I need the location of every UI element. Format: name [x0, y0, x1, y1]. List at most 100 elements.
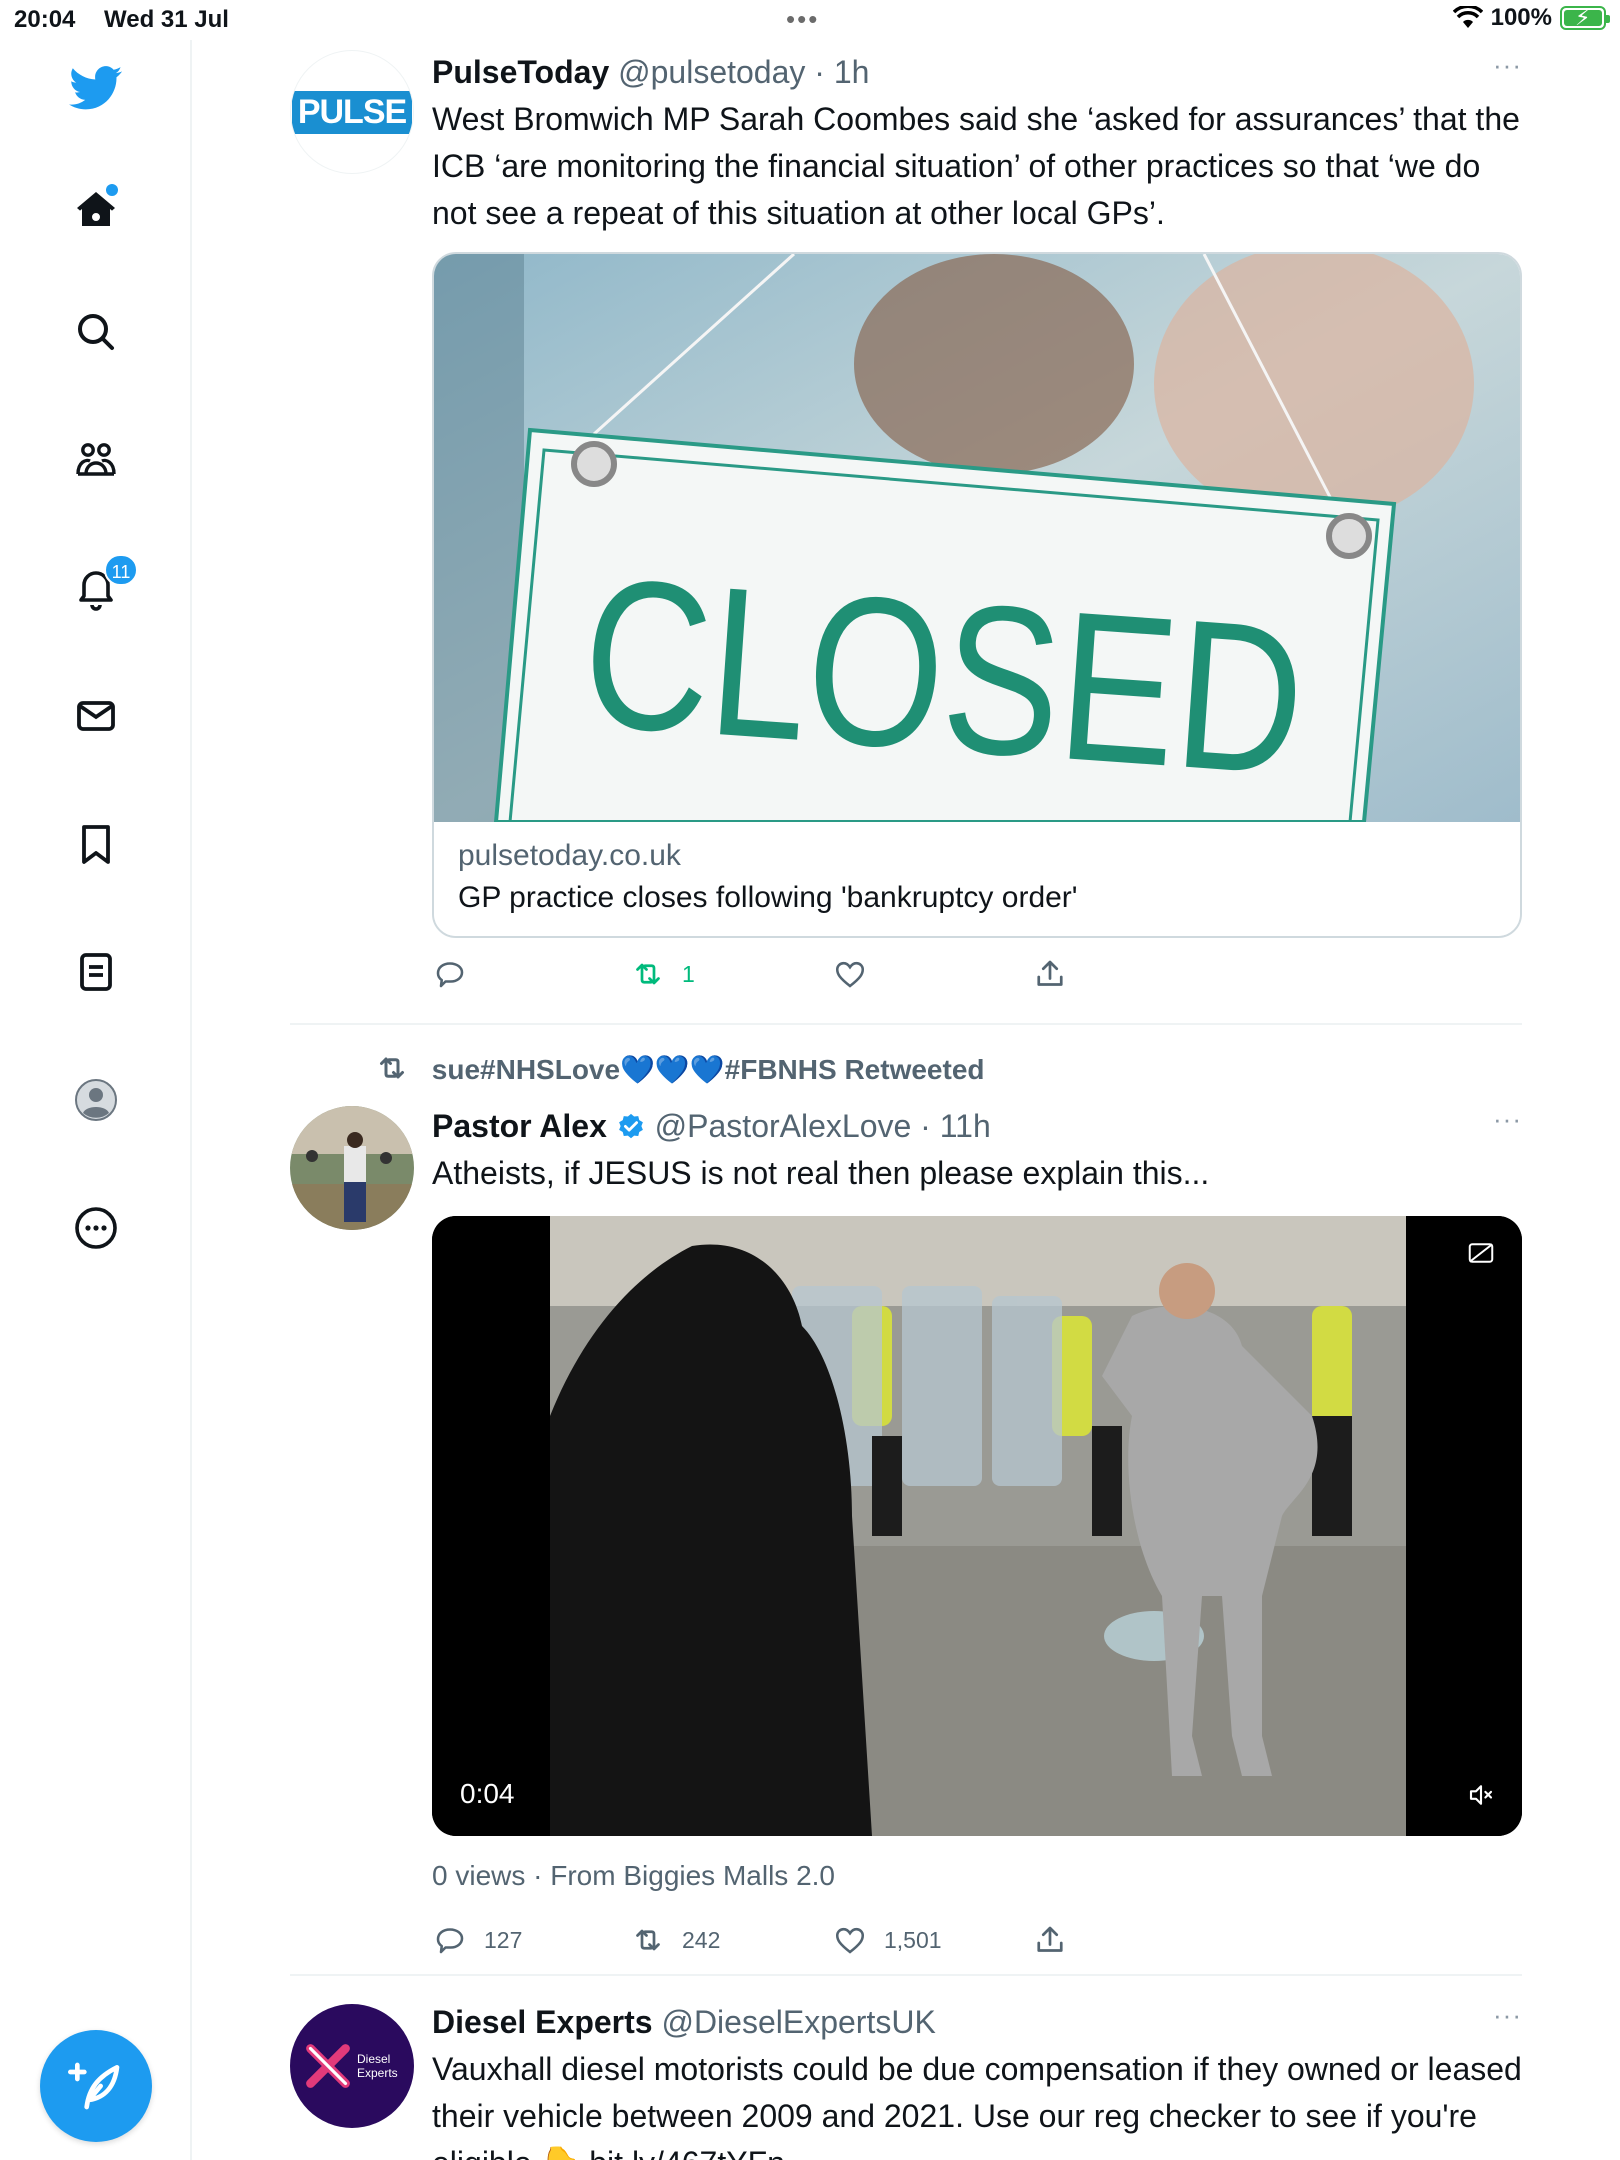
author-handle[interactable]: @pulsetoday — [618, 54, 805, 90]
status-time: 20:04 — [14, 6, 76, 33]
nav-communities[interactable] — [62, 426, 130, 494]
lists-icon — [80, 953, 112, 991]
mute-icon[interactable] — [1466, 1780, 1496, 1810]
tweet-pulsetoday[interactable]: PULSE PulseToday @pulsetoday · 1h ··· We… — [290, 50, 1522, 1030]
more-icon — [75, 1207, 117, 1249]
retweet-icon — [636, 1929, 660, 1951]
link-card-footer: pulsetoday.co.uk GP practice closes foll… — [434, 822, 1520, 936]
compose-tweet-button[interactable] — [40, 2030, 152, 2142]
reply-count: 127 — [484, 1926, 523, 1953]
tweet-header: PulseToday @pulsetoday · 1h — [432, 50, 1522, 94]
tweet-actions: 127 242 1,501 — [432, 1922, 1112, 1966]
twitter-logo[interactable] — [62, 54, 130, 122]
link-domain: pulsetoday.co.uk — [458, 839, 681, 872]
captions-icon[interactable] — [1466, 1238, 1496, 1268]
like-button[interactable]: 1,501 — [832, 1922, 942, 1958]
status-right: 100% ⚡ — [1452, 4, 1610, 32]
sidebar: 11 — [0, 40, 192, 2160]
reply-button[interactable]: 127 — [432, 1922, 522, 1958]
battery-percent: 100% — [1490, 4, 1552, 31]
author-handle[interactable]: @DieselExpertsUK — [661, 2004, 935, 2040]
wifi-icon — [1452, 6, 1483, 28]
tweet-text: West Bromwich MP Sarah Coombes said she … — [432, 101, 1520, 231]
diesel-experts-logo-text: Diesel Experts — [357, 2052, 398, 2080]
nav-messages[interactable] — [62, 682, 130, 750]
like-count: 1,501 — [884, 1926, 942, 1953]
retweet-by-text: sue#NHSLove💙💙💙#FBNHS Retweeted — [431, 1054, 985, 1085]
tweet-actions: 1 — [432, 956, 1112, 1000]
tweet-content: Diesel Experts @DieselExpertsUK ··· Vaux… — [432, 2000, 1522, 2160]
video-duration: 0:04 — [460, 1778, 515, 1809]
avatar[interactable] — [290, 1106, 414, 1230]
share-icon — [1037, 960, 1063, 986]
tweet-more-button[interactable]: ··· — [1493, 2000, 1522, 2031]
retweet-context[interactable]: sue#NHSLove💙💙💙#FBNHS Retweeted — [374, 1050, 985, 1090]
video-player[interactable]: 0:04 — [432, 1216, 1522, 1836]
tweet-diesel-experts[interactable]: Diesel Experts Diesel Experts @DieselExp… — [290, 2000, 1522, 2160]
tweet-time[interactable]: · 11h — [920, 1108, 991, 1144]
share-button[interactable] — [1032, 1922, 1068, 1958]
diesel-experts-logo-icon — [306, 2044, 350, 2088]
bookmarks-icon — [82, 825, 110, 864]
charging-bolt-icon: ⚡ — [1575, 5, 1591, 30]
video-frame — [432, 1216, 1522, 1836]
video-meta: 0 views · From Biggies Malls 2.0 — [432, 1860, 836, 1891]
tweet-divider — [290, 1974, 1522, 1976]
retweet-count: 1 — [682, 960, 695, 987]
verified-badge-icon — [618, 1113, 643, 1139]
tweet-more-button[interactable]: ··· — [1493, 50, 1522, 81]
multitask-dots[interactable]: ••• — [786, 4, 819, 35]
like-button[interactable] — [832, 956, 884, 992]
nav-more[interactable] — [62, 1194, 130, 1262]
tweet-divider — [290, 1023, 1522, 1025]
communities-icon — [76, 443, 116, 476]
closed-sign-text: CLOSED — [576, 533, 1311, 820]
retweet-context-icon — [380, 1057, 404, 1079]
tweet-text: Atheists, if JESUS is not real then plea… — [432, 1155, 1210, 1191]
retweet-button[interactable]: 242 — [630, 1922, 720, 1958]
tweet-more-button[interactable]: ··· — [1493, 1104, 1522, 1135]
nav-home[interactable] — [62, 176, 130, 244]
tweet-content: Pastor Alex @PastorAlexLove · 11h ··· At… — [432, 1104, 1522, 1197]
compose-tweet-icon — [68, 2062, 120, 2110]
avatar-photo — [290, 1106, 414, 1230]
heart-icon — [835, 1927, 865, 1954]
reply-icon — [436, 1928, 464, 1954]
home-unread-dot — [106, 184, 118, 196]
avatar[interactable]: PULSE — [290, 50, 414, 174]
author-handle[interactable]: @PastorAlexLove — [655, 1108, 912, 1144]
twitter-bird-icon — [69, 66, 123, 110]
reply-button[interactable] — [432, 956, 484, 992]
closed-sign-image: CLOSED — [434, 254, 1520, 822]
avatar[interactable]: Diesel Experts — [290, 2004, 414, 2128]
notification-badge: 11 — [104, 554, 138, 586]
nav-lists[interactable] — [62, 938, 130, 1006]
heart-icon — [835, 961, 865, 988]
tweet-header: Diesel Experts @DieselExpertsUK — [432, 2000, 1522, 2044]
tweet-content: PulseToday @pulsetoday · 1h ··· West Bro… — [432, 50, 1522, 237]
nav-bookmarks[interactable] — [62, 810, 130, 878]
nav-search[interactable] — [62, 298, 130, 366]
retweet-button[interactable]: 1 — [630, 956, 695, 992]
tweet-text: Vauxhall diesel motorists could be due c… — [432, 2051, 1522, 2160]
reply-icon — [436, 962, 464, 988]
battery-icon: ⚡ — [1560, 5, 1610, 30]
share-icon — [1037, 1926, 1063, 1952]
tweet-header: Pastor Alex @PastorAlexLove · 11h — [432, 1104, 1522, 1148]
profile-icon — [75, 1079, 117, 1121]
share-button[interactable] — [1032, 956, 1068, 992]
author-name[interactable]: Pastor Alex — [432, 1108, 607, 1144]
nav-profile[interactable] — [62, 1066, 130, 1134]
status-bar: 20:04 Wed 31 Jul ••• 100% ⚡ — [0, 0, 1620, 40]
status-date: Wed 31 Jul — [104, 6, 229, 33]
nav-notifications[interactable]: 11 — [62, 554, 138, 622]
link-title: GP practice closes following 'bankruptcy… — [458, 881, 1078, 914]
author-name[interactable]: Diesel Experts — [432, 2004, 653, 2040]
messages-icon — [77, 701, 115, 731]
tweet-pastor-alex[interactable]: sue#NHSLove💙💙💙#FBNHS Retweeted Pastor Al… — [290, 1050, 1522, 2000]
pulse-logo: PULSE — [291, 90, 413, 134]
link-card[interactable]: CLOSED pulsetoday.co.uk GP practice clos… — [432, 252, 1522, 938]
retweet-icon — [636, 963, 660, 985]
tweet-time[interactable]: · 1h — [814, 54, 869, 90]
author-name[interactable]: PulseToday — [432, 54, 609, 90]
